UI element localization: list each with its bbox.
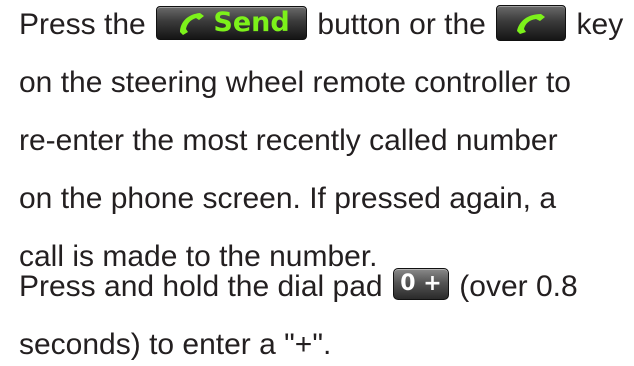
paragraph1-line1: Press the Send button or the key bbox=[19, 5, 624, 44]
paragraph1-text-before-send: Press the bbox=[19, 8, 155, 41]
paragraph1-line4: on the phone screen. If pressed again, a bbox=[19, 182, 557, 215]
paragraph1-text-middle: button or the bbox=[309, 8, 495, 41]
paragraph1-line5: call is made to the number. bbox=[19, 240, 378, 273]
zero-plus-key-label: 0 + bbox=[400, 271, 442, 297]
paragraph2-text-before-key: Press and hold the dial pad bbox=[19, 270, 391, 303]
call-key-graphic bbox=[496, 5, 567, 42]
paragraph2-text-after-key: (over 0.8 bbox=[450, 270, 578, 303]
paragraph2-line2: seconds) to enter a "+". bbox=[19, 328, 332, 361]
paragraph1-line3: re-enter the most recently called number bbox=[19, 124, 558, 157]
paragraph2-line1: Press and hold the dial pad 0 + (over 0.… bbox=[19, 268, 578, 304]
zero-plus-key-graphic: 0 + bbox=[392, 268, 449, 301]
phone-handset-icon bbox=[514, 10, 548, 36]
paragraph1-text-after-key: key bbox=[568, 8, 624, 41]
send-button-label: Send bbox=[213, 7, 290, 39]
phone-handset-icon bbox=[177, 10, 207, 36]
send-button-graphic: Send bbox=[156, 6, 308, 41]
paragraph1-line2: on the steering wheel remote controller … bbox=[19, 66, 571, 99]
